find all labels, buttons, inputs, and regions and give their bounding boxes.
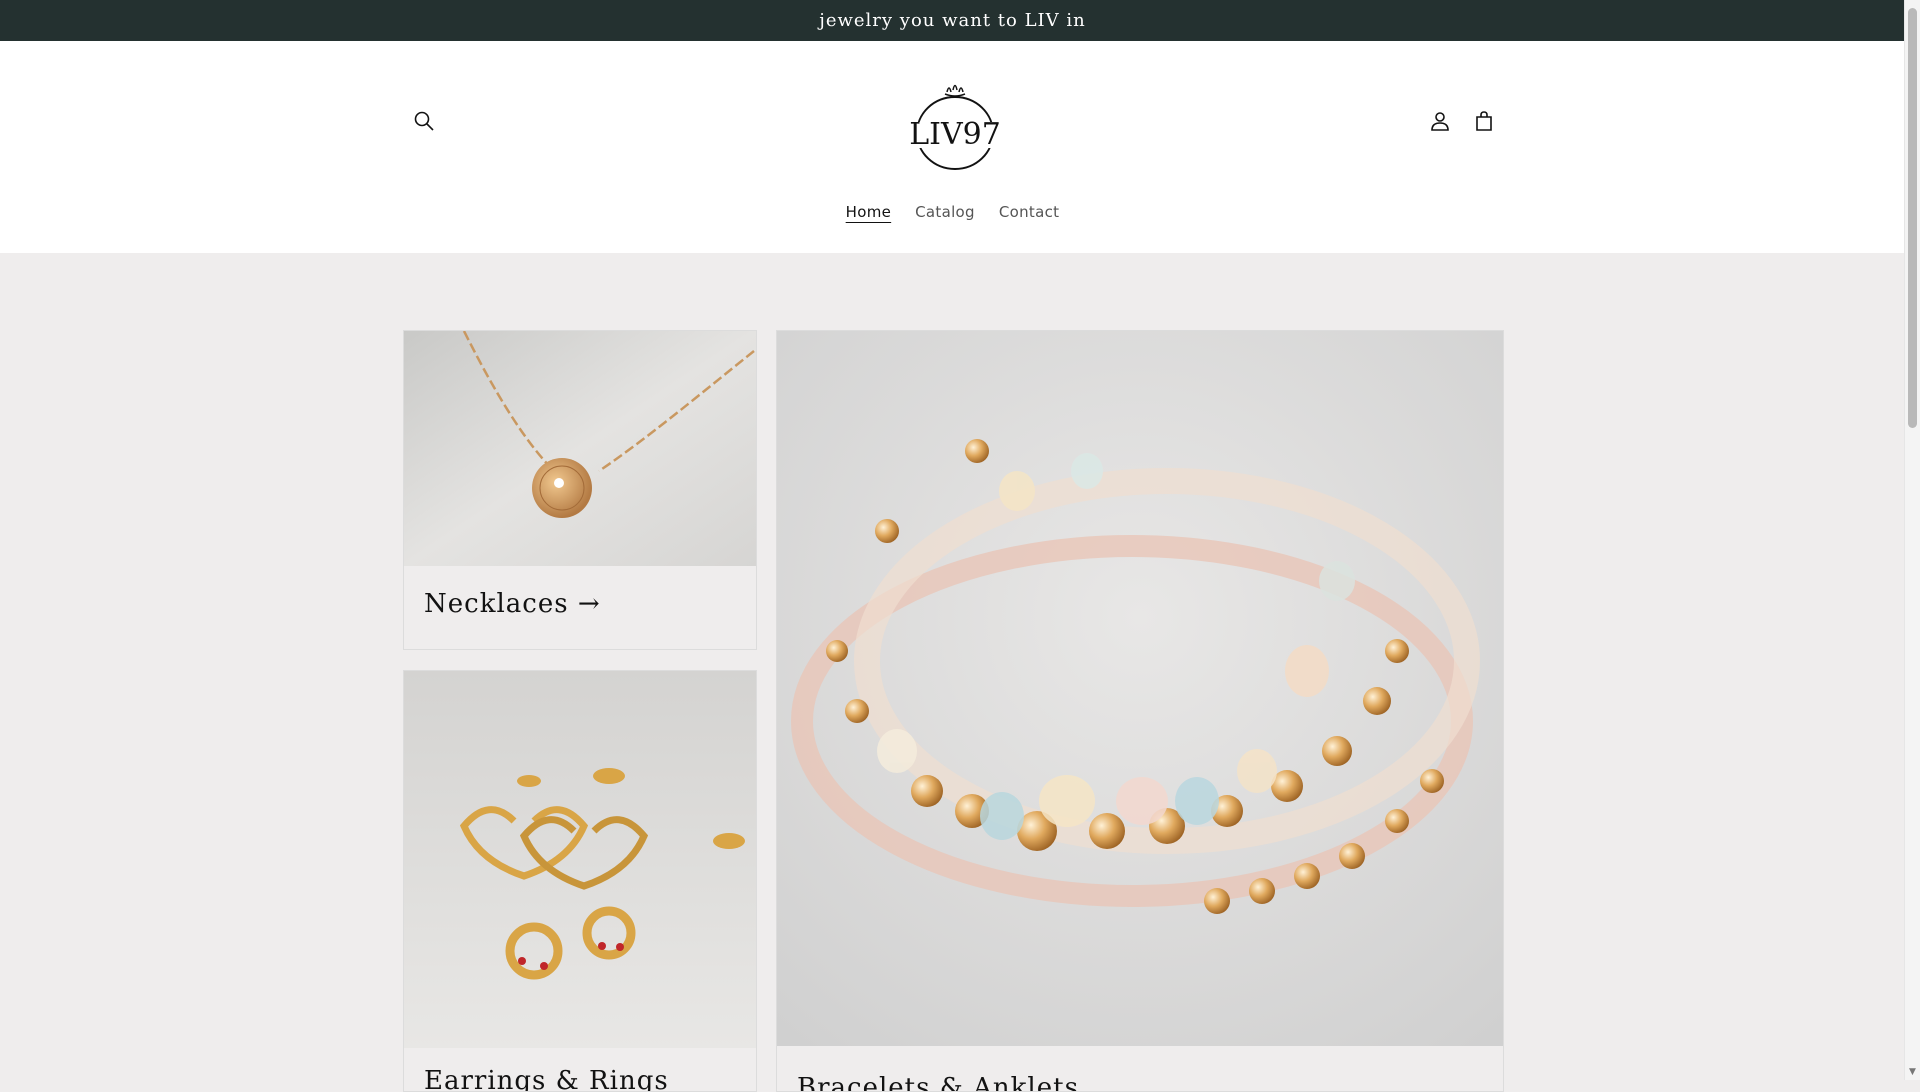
announcement-text: jewelry you want to LIV in	[819, 10, 1086, 31]
collection-card-necklaces[interactable]: Necklaces →	[403, 330, 757, 650]
site-header: LIV97 Home Catalog Contact	[0, 41, 1905, 253]
main-nav: Home Catalog Contact	[0, 199, 1905, 225]
account-icon[interactable]	[1422, 103, 1458, 139]
search-icon[interactable]	[406, 103, 442, 139]
collection-title: Earrings & Rings	[424, 1066, 669, 1092]
nav-item-home[interactable]: Home	[846, 199, 892, 225]
scroll-down-arrow-icon[interactable]: ▼	[1908, 1068, 1917, 1077]
bracelets-image	[777, 331, 1503, 1046]
scrollbar[interactable]: ▼	[1904, 0, 1920, 1080]
nav-item-catalog[interactable]: Catalog	[915, 199, 975, 225]
nav-item-contact[interactable]: Contact	[999, 199, 1059, 225]
cart-icon[interactable]	[1466, 103, 1502, 139]
collection-card-bracelets[interactable]: Bracelets & Anklets	[776, 330, 1504, 1092]
collection-title: Necklaces →	[424, 589, 601, 619]
collection-card-earrings[interactable]: Earrings & Rings	[403, 670, 757, 1092]
collection-title: Bracelets & Anklets	[797, 1073, 1079, 1092]
svg-text:LIV97: LIV97	[909, 117, 1001, 152]
necklace-image	[404, 331, 756, 566]
logo[interactable]: LIV97	[905, 78, 1005, 174]
announcement-bar: jewelry you want to LIV in	[0, 0, 1905, 41]
earrings-image	[404, 671, 756, 1048]
scrollbar-thumb[interactable]	[1908, 8, 1917, 428]
